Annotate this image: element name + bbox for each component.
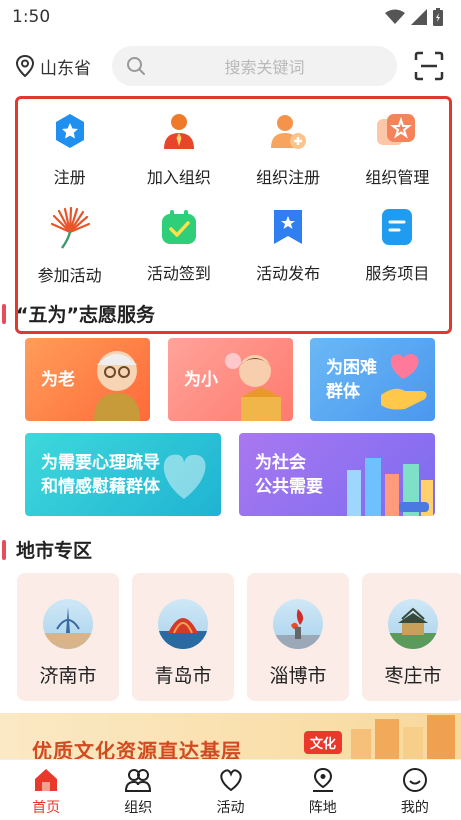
section-title-text: 地市专区 [16, 540, 93, 562]
scan-icon [414, 51, 444, 81]
tab-organization[interactable]: 组织 [92, 760, 184, 820]
wifi-icon [385, 9, 405, 24]
section-title-text: “五为”志愿服务 [16, 304, 155, 326]
hearts-illustration [163, 454, 206, 499]
city-photo [273, 599, 323, 649]
quick-action-org-register[interactable]: 组织注册 [234, 104, 343, 188]
users-icon [124, 766, 152, 794]
city-card-zibo[interactable]: 淄博市 [247, 573, 349, 701]
section-accent-bar [2, 303, 6, 324]
tab-label: 组织 [124, 800, 153, 816]
bottom-tab-bar: 首页 组织 活动 阵地 我的 [0, 759, 461, 820]
quick-action-register[interactable]: 注册 [15, 104, 124, 188]
tab-home[interactable]: 首页 [0, 760, 92, 820]
elderly-illustration [94, 351, 140, 421]
quick-actions-grid: 注册 加入组织 组织注册 组织管理 参加活动 活动签到 活动发布 服务项目 [15, 104, 452, 285]
top-bar: 山东省 搜索关键词 [0, 34, 461, 98]
city-card-qingdao[interactable]: 青岛市 [132, 573, 234, 701]
tab-label: 我的 [400, 800, 429, 816]
checkin-icon [157, 206, 201, 248]
quick-action-checkin[interactable]: 活动签到 [124, 200, 233, 284]
five-for-card-elderly[interactable]: 为老 [25, 338, 150, 421]
card-label: 为需要心理疏导 和情感慰藉群体 [41, 452, 160, 497]
city-name: 淄博市 [269, 665, 327, 687]
heart-icon [217, 766, 245, 794]
search-placeholder: 搜索关键词 [224, 58, 305, 77]
quick-action-label: 服务项目 [365, 264, 430, 283]
star-badge-icon [48, 110, 92, 152]
battery-icon [433, 8, 443, 26]
banner-text: 优质文化资源直达基层 [32, 739, 242, 759]
card-label: 为老 [41, 369, 75, 390]
card-label: 为困难 群体 [326, 357, 377, 402]
home-icon [32, 766, 60, 794]
quick-action-label: 加入组织 [146, 168, 211, 187]
banner-buildings-illustration [351, 715, 455, 759]
city-name: 青岛市 [154, 665, 212, 687]
section-accent-bar [2, 539, 6, 560]
map-pin-icon [309, 766, 337, 794]
scan-button[interactable] [411, 48, 447, 84]
search-input[interactable]: 搜索关键词 [112, 46, 397, 86]
person-tie-icon [157, 110, 201, 152]
location-label: 山东省 [40, 58, 91, 79]
quick-action-join-activity[interactable]: 参加活动 [15, 200, 124, 285]
tab-position[interactable]: 阵地 [277, 760, 369, 820]
location-pin-icon [15, 54, 35, 78]
city-name: 济南市 [39, 665, 97, 687]
org-manage-icon [375, 110, 419, 152]
five-for-card-children[interactable]: 为小 [168, 338, 293, 421]
quick-action-join-org[interactable]: 加入组织 [124, 104, 233, 188]
city-photo [43, 599, 93, 649]
document-icon [375, 206, 419, 248]
tab-label: 首页 [32, 800, 61, 816]
quick-action-label: 活动发布 [256, 264, 321, 283]
person-add-icon [266, 110, 310, 152]
heart-hand-illustration [381, 354, 427, 410]
quick-action-label: 参加活动 [37, 266, 102, 285]
quick-action-publish[interactable]: 活动发布 [234, 200, 343, 284]
city-name: 枣庄市 [384, 665, 442, 687]
section-title-cities: 地市专区 [2, 536, 93, 563]
quick-action-org-manage[interactable]: 组织管理 [343, 104, 452, 188]
bookmark-star-icon [266, 206, 310, 248]
quick-action-service[interactable]: 服务项目 [343, 200, 452, 284]
tab-label: 活动 [216, 800, 245, 816]
fan-icon [48, 206, 92, 250]
five-for-card-psychological[interactable]: 为需要心理疏导 和情感慰藉群体 [25, 433, 221, 516]
status-time: 1:50 [12, 7, 51, 27]
tab-mine[interactable]: 我的 [369, 760, 461, 820]
city-photo [158, 599, 208, 649]
tab-activity[interactable]: 活动 [184, 760, 276, 820]
quick-action-label: 注册 [53, 168, 86, 187]
child-illustration [225, 353, 281, 421]
quick-action-label: 组织注册 [256, 168, 321, 187]
status-bar: 1:50 [0, 0, 461, 34]
five-for-card-public[interactable]: 为社会 公共需要 [239, 433, 435, 516]
city-card-zaozhuang[interactable]: 枣庄市 [362, 573, 461, 701]
location-selector[interactable]: 山东省 [14, 54, 106, 79]
signal-icon [411, 9, 427, 25]
status-icons [385, 8, 443, 26]
city-card-jinan[interactable]: 济南市 [17, 573, 119, 701]
culture-banner[interactable]: 优质文化资源直达基层 文化 [0, 713, 461, 759]
banner-tag: 文化 [304, 731, 343, 754]
smile-icon [401, 766, 429, 794]
quick-action-label: 组织管理 [365, 168, 430, 187]
section-title-five-for: “五为”志愿服务 [2, 300, 155, 327]
card-label: 为社会 公共需要 [255, 452, 323, 497]
search-icon [127, 57, 145, 75]
city-illustration [347, 458, 433, 516]
five-for-card-needy[interactable]: 为困难 群体 [310, 338, 435, 421]
quick-action-label: 活动签到 [146, 264, 211, 283]
city-photo [388, 599, 438, 649]
tab-label: 阵地 [308, 800, 337, 816]
